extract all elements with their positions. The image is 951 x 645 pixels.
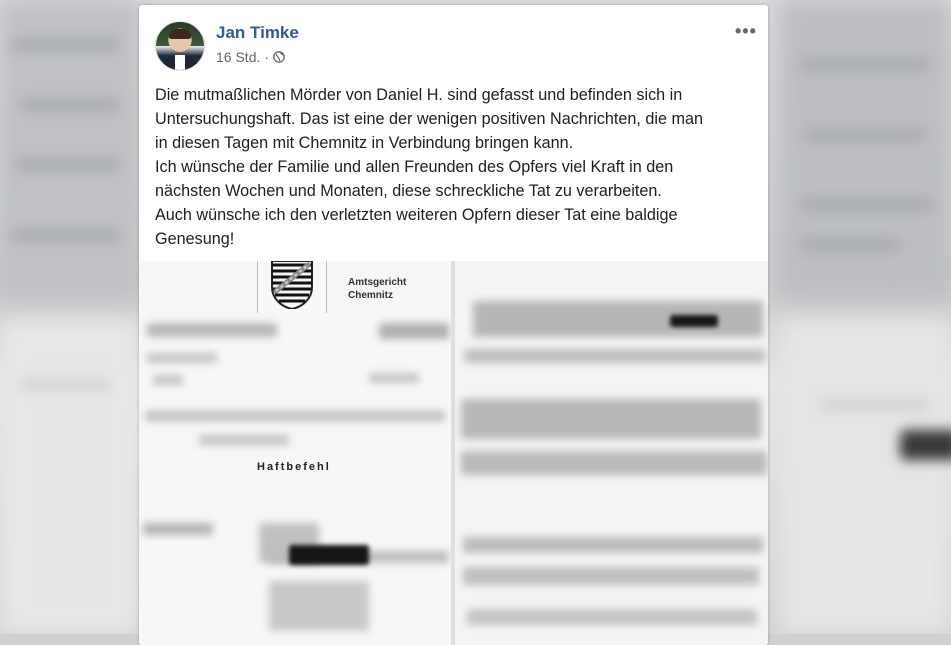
blurred-text <box>147 353 217 363</box>
crest-frame <box>257 261 327 313</box>
document-title: Haftbefehl <box>257 461 331 473</box>
background-blur-line <box>800 240 900 250</box>
blurred-text <box>153 375 183 385</box>
message-line: Die mutmaßlichen Mörder von Daniel H. si… <box>155 86 683 104</box>
blurred-text <box>463 537 763 553</box>
redaction-bar <box>670 315 718 327</box>
blurred-text <box>467 609 757 625</box>
background-blur-region <box>780 0 951 300</box>
message-line: Ich wünsche der Familie und allen Freund… <box>155 158 674 176</box>
post-meta: 16 Std. · <box>216 49 285 65</box>
background-blur-line <box>820 400 930 410</box>
blurred-text <box>473 301 763 337</box>
blurred-text <box>465 349 765 363</box>
message-line: Untersuchungshaft. Das ist eine der weni… <box>155 110 703 128</box>
message-line: in diesen Tagen mit Chemnitz in Verbindu… <box>155 134 574 152</box>
background-blur-region <box>780 320 951 634</box>
background-blur-line <box>20 380 110 390</box>
author-name[interactable]: Jan Timke <box>216 23 299 43</box>
post-photo[interactable]: Amtsgericht Chemnitz Haftbefehl <box>139 261 768 645</box>
court-name: Amtsgericht Chemnitz <box>348 276 406 302</box>
more-options-icon[interactable]: ••• <box>735 21 757 42</box>
background-blur-line <box>20 100 120 110</box>
background-blur-line <box>900 430 951 460</box>
background-blur-line <box>800 200 935 210</box>
blurred-text <box>145 411 445 421</box>
meta-separator: · <box>264 49 270 65</box>
avatar-hair <box>169 29 191 39</box>
message-line: Genesung! <box>155 230 235 248</box>
background-blur-line <box>805 130 925 140</box>
facebook-post: Jan Timke 16 Std. · ••• Die mutmaßlichen… <box>139 5 768 645</box>
background-blur-region <box>0 320 140 634</box>
blurred-text <box>199 435 289 445</box>
blurred-text <box>369 373 419 383</box>
redaction-bar <box>289 545 369 565</box>
post-header: Jan Timke 16 Std. · ••• <box>139 5 768 75</box>
saxony-coat-of-arms-icon <box>271 261 313 309</box>
post-timestamp[interactable]: 16 Std. <box>216 49 260 65</box>
blurred-text <box>461 451 767 475</box>
message-line: Auch wünsche ich den verletzten weiteren… <box>155 206 678 224</box>
background-blur-line <box>10 40 120 50</box>
background-blur-line <box>15 160 120 170</box>
background-blur-line <box>10 230 120 240</box>
document-page-right <box>455 261 768 645</box>
document-page-left: Amtsgericht Chemnitz Haftbefehl <box>139 261 451 645</box>
avatar-shirt <box>175 55 185 70</box>
message-line: nächsten Wochen und Monaten, diese schre… <box>155 182 662 200</box>
blurred-text <box>147 323 277 337</box>
blurred-text <box>269 581 369 631</box>
blurred-text <box>143 523 213 535</box>
blurred-text <box>463 567 759 585</box>
background-blur-line <box>800 60 930 70</box>
post-message: Die mutmaßlichen Mörder von Daniel H. si… <box>155 83 755 251</box>
globe-icon[interactable] <box>273 51 285 63</box>
court-line: Chemnitz <box>348 290 393 301</box>
blurred-text <box>379 323 449 339</box>
avatar[interactable] <box>155 21 205 71</box>
blurred-text <box>461 399 761 439</box>
court-line: Amtsgericht <box>348 277 407 288</box>
